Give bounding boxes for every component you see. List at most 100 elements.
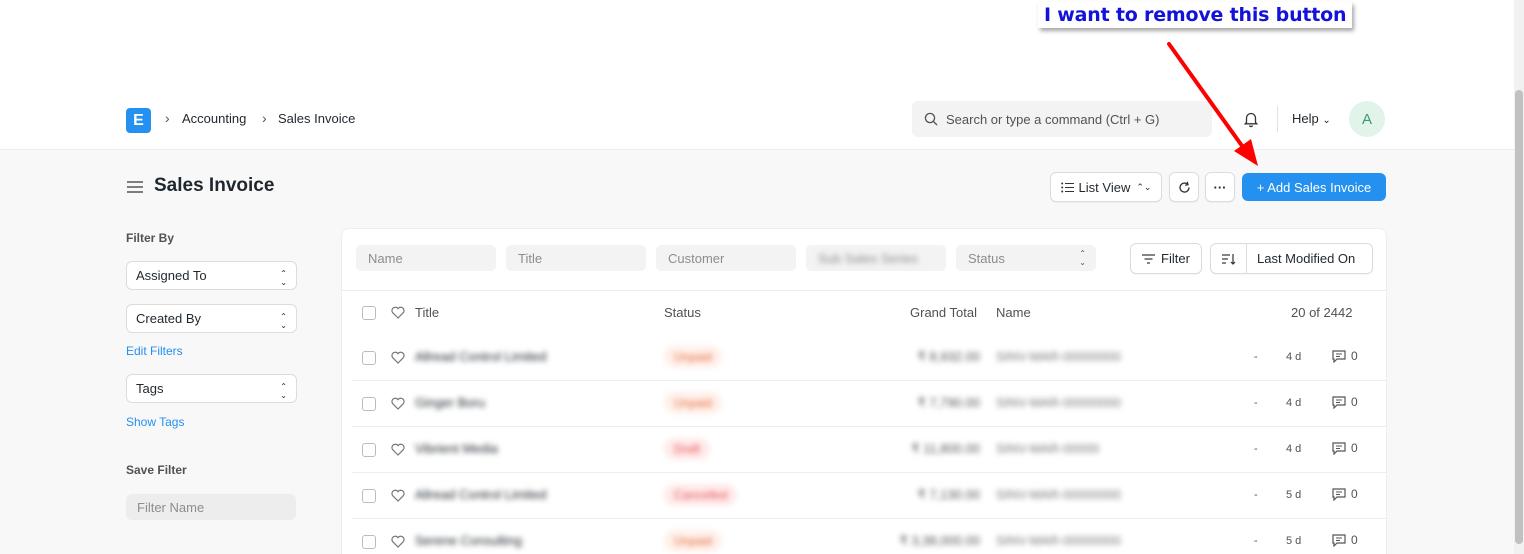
heart-icon[interactable] bbox=[391, 397, 405, 410]
search-icon bbox=[924, 112, 938, 126]
created-by-select[interactable]: Created By ⌃ ⌄ bbox=[126, 304, 297, 333]
row-grand-total: ₹ 11,800.00 bbox=[911, 441, 980, 456]
comment-icon bbox=[1332, 441, 1346, 455]
comment-icon bbox=[1332, 487, 1346, 501]
sidebar-toggle-icon[interactable] bbox=[127, 180, 143, 194]
select-arrows-icon: ⌃⌄ bbox=[1136, 181, 1152, 192]
column-name[interactable]: Name bbox=[996, 305, 1031, 320]
help-label: Help bbox=[1292, 111, 1319, 126]
table-row[interactable]: Ginger Boru Unpaid ₹ 7,790.00 SINV-MAR-0… bbox=[342, 381, 1386, 427]
row-comments[interactable]: 0 bbox=[1332, 533, 1358, 547]
row-title[interactable]: Allread Control Limited bbox=[415, 349, 547, 364]
status-filter-label: Status bbox=[968, 250, 1005, 266]
heart-icon[interactable] bbox=[391, 535, 405, 548]
column-title[interactable]: Title bbox=[415, 305, 439, 320]
comment-count: 0 bbox=[1351, 441, 1358, 455]
select-arrows-icon: ⌃⌄ bbox=[280, 312, 287, 330]
table-row[interactable]: Vibrient Media Draft ₹ 11,800.00 SINV-MA… bbox=[342, 427, 1386, 473]
row-comments[interactable]: 0 bbox=[1332, 487, 1358, 501]
heart-icon[interactable] bbox=[391, 306, 405, 319]
tags-select[interactable]: Tags ⌃ ⌄ bbox=[126, 374, 297, 403]
row-title[interactable]: Ginger Boru bbox=[415, 395, 485, 410]
title-filter-input[interactable]: Title bbox=[506, 245, 646, 271]
sort-direction-button[interactable] bbox=[1211, 244, 1247, 273]
row-title[interactable]: Serene Consulting bbox=[415, 533, 522, 548]
status-filter-select[interactable]: Status ⌃ ⌄ bbox=[956, 245, 1096, 271]
refresh-icon bbox=[1178, 181, 1190, 193]
more-options-button[interactable]: ··· bbox=[1205, 172, 1235, 202]
row-name: SINV-MAR-00000000 bbox=[996, 395, 1122, 410]
row-checkbox[interactable] bbox=[362, 535, 376, 549]
heart-icon[interactable] bbox=[391, 351, 405, 364]
edit-filters-link[interactable]: Edit Filters bbox=[126, 344, 183, 358]
avatar[interactable]: A bbox=[1349, 101, 1385, 137]
record-count: 20 of 2442 bbox=[1291, 305, 1353, 320]
breadcrumb-sales-invoice[interactable]: Sales Invoice bbox=[278, 111, 355, 126]
heart-icon[interactable] bbox=[391, 443, 405, 456]
save-filter-heading: Save Filter bbox=[126, 463, 187, 477]
row-title[interactable]: Vibrient Media bbox=[415, 441, 498, 456]
breadcrumb-accounting[interactable]: Accounting bbox=[182, 111, 246, 126]
row-modified: 4 d bbox=[1286, 351, 1302, 363]
assigned-to-select[interactable]: Assigned To ⌃ ⌄ bbox=[126, 261, 297, 290]
row-name: SINV-MAR-00000000 bbox=[996, 349, 1122, 364]
filter-button-label: Filter bbox=[1161, 251, 1190, 266]
table-row[interactable]: Allread Control Limited Cancelled ₹ 7,13… bbox=[342, 473, 1386, 519]
table-row[interactable]: Serene Consulting Unpaid ₹ 3,38,000.00 S… bbox=[342, 519, 1386, 554]
help-dropdown[interactable]: Help ⌄ bbox=[1292, 111, 1331, 126]
row-grand-total: ₹ 8,932.00 bbox=[917, 349, 981, 364]
show-tags-link[interactable]: Show Tags bbox=[126, 415, 184, 429]
row-name: SINV-MAR-00000 bbox=[996, 441, 1100, 456]
comment-count: 0 bbox=[1351, 487, 1358, 501]
navbar: E › Accounting › Sales Invoice Search or… bbox=[0, 98, 1514, 150]
navbar-divider bbox=[1277, 106, 1278, 132]
row-checkbox[interactable] bbox=[362, 443, 376, 457]
row-checkbox[interactable] bbox=[362, 489, 376, 503]
row-grand-total: ₹ 7,130.00 bbox=[917, 487, 981, 502]
app-logo[interactable]: E bbox=[126, 108, 151, 133]
row-dash: - bbox=[1254, 443, 1258, 455]
status-badge: Unpaid bbox=[664, 346, 723, 368]
status-badge: Unpaid bbox=[664, 392, 723, 414]
row-comments[interactable]: 0 bbox=[1332, 395, 1358, 409]
tags-label: Tags bbox=[136, 381, 164, 396]
series-filter-label: Sub Sales Series bbox=[818, 250, 918, 266]
table-header: Title Status Grand Total Name 20 of 2442 bbox=[342, 290, 1386, 334]
sort-field-label[interactable]: Last Modified On bbox=[1247, 251, 1355, 266]
series-filter-input[interactable]: Sub Sales Series bbox=[806, 245, 946, 271]
refresh-button[interactable] bbox=[1169, 172, 1199, 202]
sort-control[interactable]: Last Modified On bbox=[1210, 243, 1373, 274]
row-modified: 5 d bbox=[1286, 535, 1302, 547]
row-modified: 4 d bbox=[1286, 443, 1302, 455]
comment-count: 0 bbox=[1351, 533, 1358, 547]
page-title: Sales Invoice bbox=[154, 175, 275, 196]
comment-icon bbox=[1332, 349, 1346, 363]
search-input[interactable]: Search or type a command (Ctrl + G) bbox=[912, 101, 1212, 137]
name-filter-input[interactable]: Name bbox=[356, 245, 496, 271]
sort-icon bbox=[1221, 253, 1235, 265]
table-row[interactable]: Allread Control Limited Unpaid ₹ 8,932.0… bbox=[342, 335, 1386, 381]
add-sales-invoice-button[interactable]: + Add Sales Invoice bbox=[1242, 173, 1386, 201]
row-comments[interactable]: 0 bbox=[1332, 441, 1358, 455]
comment-count: 0 bbox=[1351, 395, 1358, 409]
status-badge: Draft bbox=[664, 438, 711, 460]
select-all-checkbox[interactable] bbox=[362, 306, 376, 320]
filter-button[interactable]: Filter bbox=[1130, 243, 1202, 274]
row-checkbox[interactable] bbox=[362, 351, 376, 365]
comment-icon bbox=[1332, 395, 1346, 409]
row-comments[interactable]: 0 bbox=[1332, 349, 1358, 363]
list-view-button[interactable]: List View ⌃⌄ bbox=[1050, 172, 1162, 202]
column-grand-total[interactable]: Grand Total bbox=[910, 305, 977, 320]
row-title[interactable]: Allread Control Limited bbox=[415, 487, 547, 502]
heart-icon[interactable] bbox=[391, 489, 405, 502]
row-modified: 4 d bbox=[1286, 397, 1302, 409]
scrollbar-thumb[interactable] bbox=[1515, 90, 1523, 544]
bell-icon[interactable] bbox=[1242, 110, 1260, 128]
row-dash: - bbox=[1254, 397, 1258, 409]
row-checkbox[interactable] bbox=[362, 397, 376, 411]
filter-name-input[interactable]: Filter Name bbox=[126, 494, 296, 520]
comment-icon bbox=[1332, 533, 1346, 547]
row-modified: 5 d bbox=[1286, 489, 1302, 501]
customer-filter-input[interactable]: Customer bbox=[656, 245, 796, 271]
column-status[interactable]: Status bbox=[664, 305, 701, 320]
